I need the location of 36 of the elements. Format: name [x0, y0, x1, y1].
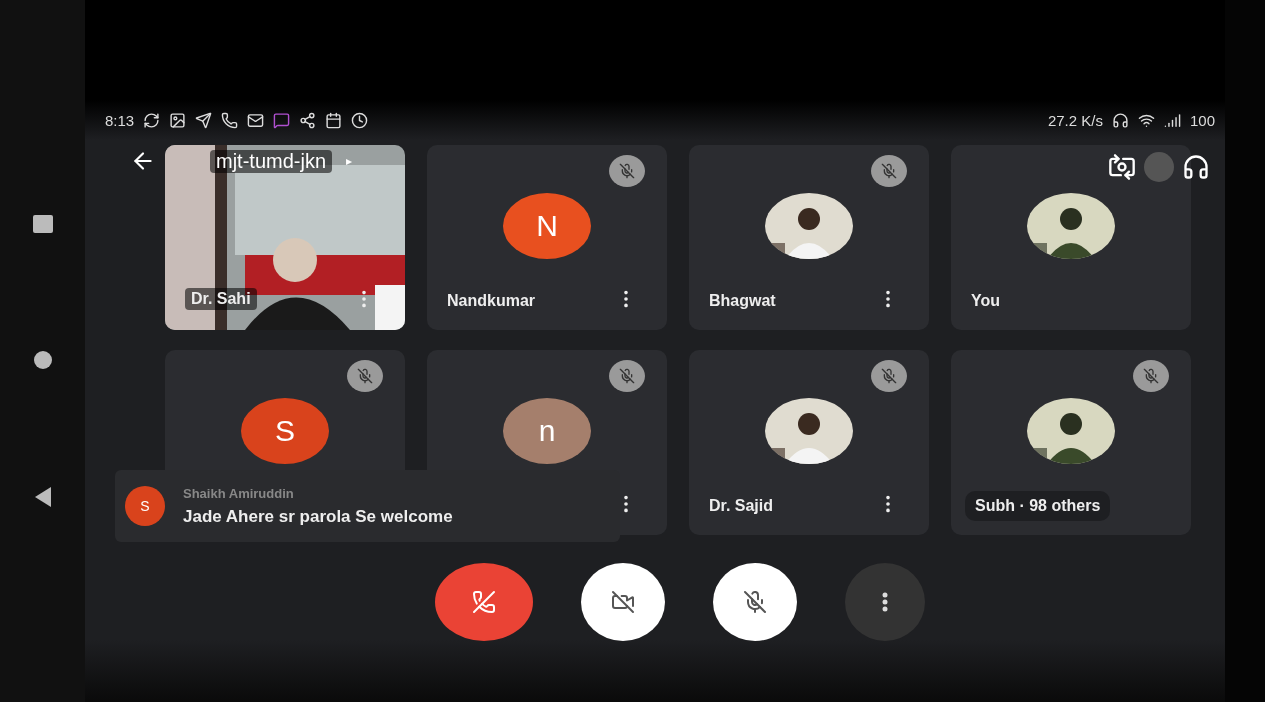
back-button[interactable] [34, 487, 51, 507]
participant-name: Nandkumar [447, 292, 536, 310]
headphones-icon [1111, 111, 1129, 129]
battery-level: 100 [1189, 111, 1215, 129]
status-time: 8:13 [105, 111, 135, 129]
avatar: N [503, 192, 591, 259]
participant-name: Bhagwat [709, 292, 776, 310]
sender-avatar: S [125, 486, 165, 526]
audio-output-button[interactable] [1182, 153, 1210, 181]
chat-icon [273, 111, 291, 129]
clock-icon [351, 111, 369, 129]
participant-name: Subh · 98 others [965, 491, 1111, 521]
mic-off-icon [743, 590, 767, 614]
signal-icon [1163, 111, 1181, 129]
mail-icon [247, 111, 265, 129]
switch-camera-button[interactable] [1108, 153, 1136, 181]
phone-icon [221, 111, 239, 129]
camera-off-icon [611, 590, 635, 614]
more-options-icon [882, 592, 888, 612]
sync-icon [143, 111, 161, 129]
meeting-code[interactable]: mjt-tumd-jkn [210, 149, 332, 173]
image-icon [169, 111, 187, 129]
network-speed: 27.2 K/s [1047, 111, 1103, 129]
participant-name: Dr. Sahi [185, 288, 257, 310]
participant-name: You [971, 292, 1001, 310]
send-icon [195, 111, 213, 129]
phone-off-icon [472, 590, 496, 614]
calendar-icon [325, 111, 343, 129]
participant-name: Dr. Sajid [709, 497, 774, 515]
avatar: n [503, 397, 591, 464]
chat-message: Jade Ahere sr parola Se welcome [183, 506, 453, 527]
sender-name: Shaikh Amiruddin [183, 485, 295, 501]
share-icon [299, 111, 317, 129]
recents-button[interactable] [32, 215, 53, 233]
home-button[interactable] [33, 351, 52, 369]
avatar: S [241, 397, 329, 464]
